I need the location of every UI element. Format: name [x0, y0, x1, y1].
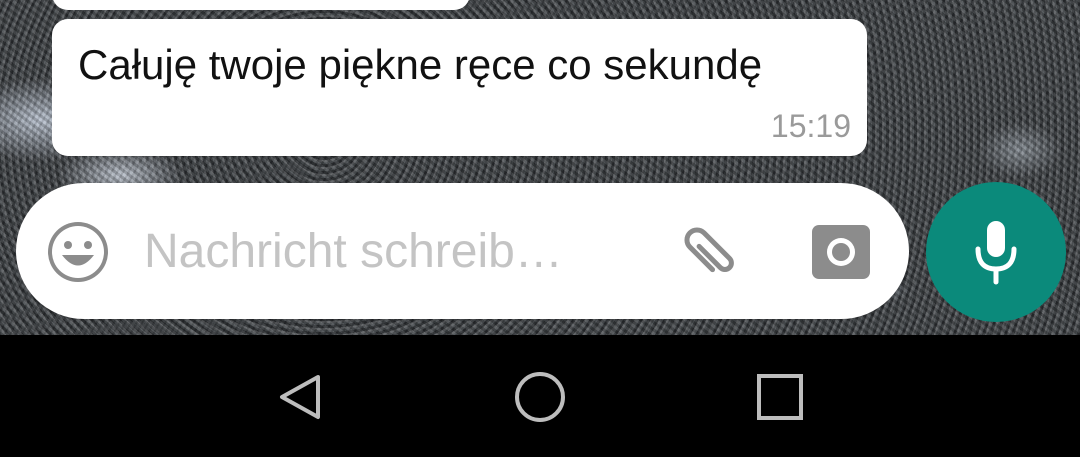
home-circle-icon[interactable]: [514, 371, 566, 423]
system-navigation-bar: [0, 335, 1080, 457]
paperclip-icon[interactable]: [674, 217, 744, 287]
microphone-icon: [975, 221, 1017, 285]
message-timestamp: 15:19: [770, 108, 851, 144]
message-text: Całuję twoje piękne ręce co sekundę: [78, 41, 763, 88]
message-composer: [16, 183, 909, 319]
voice-record-button[interactable]: [926, 182, 1066, 322]
incoming-message-bubble[interactable]: Całuję twoje piękne ręce co sekundę 15:1…: [52, 19, 867, 156]
smiley-icon[interactable]: [46, 220, 110, 284]
camera-icon[interactable]: [810, 221, 872, 283]
back-triangle-icon[interactable]: [274, 371, 326, 423]
recents-square-icon[interactable]: [754, 371, 806, 423]
message-input[interactable]: [144, 219, 624, 283]
chat-background: Całuję twoje piękne ręce co sekundę 15:1…: [0, 0, 1080, 335]
previous-message-bubble[interactable]: [52, 0, 470, 10]
